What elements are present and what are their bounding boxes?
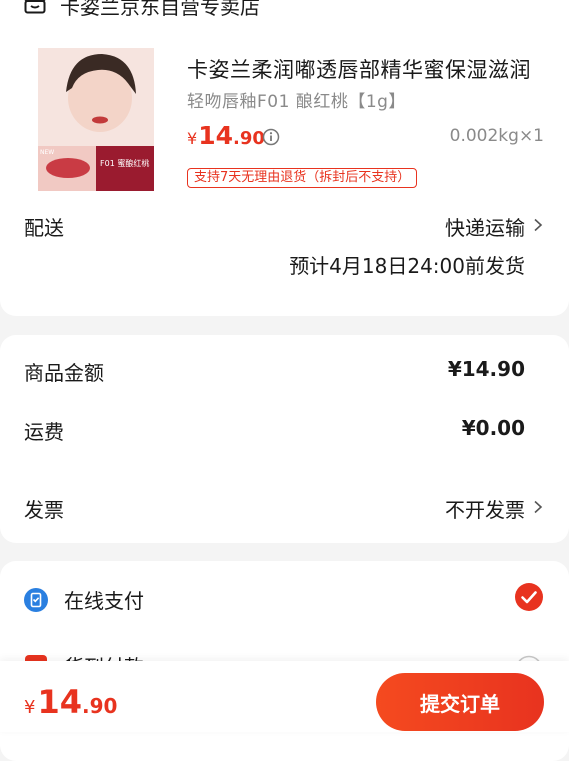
product-quantity: ×1 [518, 126, 544, 146]
product-weight: 0.002kg [449, 126, 519, 146]
online-payment-label: 在线支付 [64, 589, 144, 613]
freight-value: ¥0.00 [461, 416, 525, 440]
store-icon [24, 0, 46, 14]
product-price: ¥ 14 .90 [187, 121, 265, 150]
total-decimal: .90 [81, 694, 118, 718]
weight-quantity: 0.002kg ×1 [450, 126, 544, 146]
product-title[interactable]: 卡姿兰柔润嘟透唇部精华蜜保湿滋润 [187, 54, 543, 84]
amounts-card: 商品金额 ¥14.90 运费 ¥0.00 发票 不开发票 [0, 335, 569, 543]
image-badge-text: F01 蜜酿红桃 [100, 158, 149, 168]
selected-check-icon[interactable] [515, 583, 543, 611]
submit-order-button[interactable]: 提交订单 [376, 673, 544, 731]
order-card: 卡姿兰京东自营专卖店 F01 蜜酿红桃 NEW 卡姿兰柔润嘟透唇部精华蜜保湿滋润… [0, 0, 569, 316]
info-icon[interactable] [262, 128, 280, 146]
shipping-label: 配送 [24, 216, 64, 240]
invoice-value[interactable]: 不开发票 [445, 494, 525, 523]
total-integer: 14 [37, 683, 82, 721]
checkout-bar: ¥ 14 .90 提交订单 [0, 661, 569, 732]
chevron-right-icon[interactable] [533, 500, 543, 514]
return-policy-badge: 支持7天无理由退货（拆封后不支持） [187, 168, 418, 188]
store-header[interactable]: 卡姿兰京东自营专卖店 [24, 0, 260, 19]
freight-label: 运费 [24, 420, 64, 444]
shipping-eta: 预计4月18日24:00前发货 [289, 254, 525, 278]
shipping-method[interactable]: 快递运输 [445, 212, 525, 241]
price-symbol: ¥ [187, 129, 198, 148]
price-decimal: .90 [232, 128, 265, 149]
invoice-label: 发票 [24, 498, 64, 522]
product-spec: 轻吻唇釉F01 酿红桃【1g】 [187, 92, 406, 112]
total-price: ¥ 14 .90 [24, 683, 117, 721]
total-symbol: ¥ [24, 697, 36, 718]
chevron-right-icon[interactable] [533, 218, 543, 232]
goods-amount-value: ¥14.90 [447, 357, 525, 381]
store-name: 卡姿兰京东自营专卖店 [60, 0, 260, 19]
product-image[interactable]: F01 蜜酿红桃 NEW [38, 48, 154, 191]
payment-option-online[interactable]: 在线支付 [24, 585, 144, 614]
image-tag-text: NEW [40, 149, 54, 156]
goods-amount-label: 商品金额 [24, 361, 104, 385]
online-payment-icon [24, 587, 48, 612]
price-integer: 14 [198, 121, 233, 150]
